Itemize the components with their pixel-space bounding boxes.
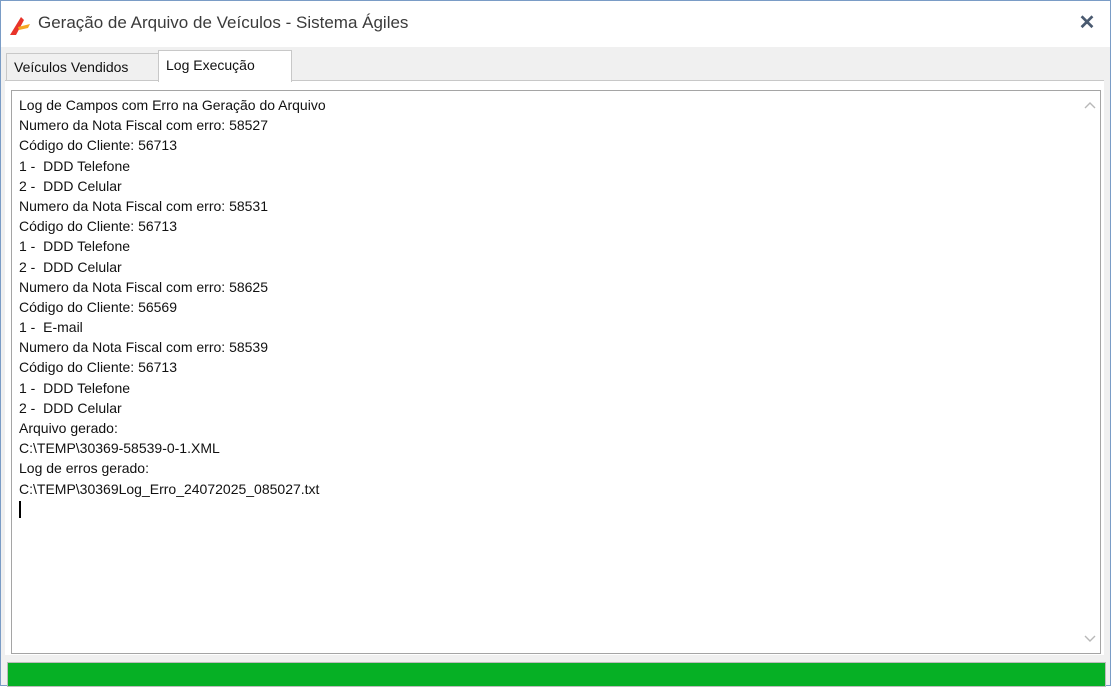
chevron-up-icon[interactable] xyxy=(1080,95,1100,115)
title-bar: Geração de Arquivo de Veículos - Sistema… xyxy=(1,1,1110,47)
tab-log-execucao[interactable]: Log Execução xyxy=(158,50,292,82)
window-title: Geração de Arquivo de Veículos - Sistema… xyxy=(38,13,409,32)
progress-bar xyxy=(7,662,1106,687)
text-caret-line xyxy=(19,499,1059,519)
log-line: 1 - DDD Telefone xyxy=(19,157,131,174)
log-line: Arquivo gerado: xyxy=(19,420,118,436)
app-logo-icon xyxy=(9,14,31,36)
chevron-down-icon[interactable] xyxy=(1080,629,1100,649)
log-text: Log de Campos com Erro na Geração do Arq… xyxy=(19,95,1059,519)
log-line: Numero da Nota Fiscal com erro: 58539 xyxy=(19,339,268,356)
log-line: Log de erros gerado: xyxy=(19,460,149,477)
log-line: Código do Cliente: 56569 xyxy=(19,298,178,315)
log-line: C:\TEMP\30369Log_Erro_24072025_085027.tx… xyxy=(19,480,320,497)
log-line: Código do Cliente: 56713 xyxy=(19,359,178,376)
close-button[interactable]: ✕ xyxy=(1074,10,1100,36)
tab-veiculos-vendidos[interactable]: Veículos Vendidos xyxy=(6,53,159,81)
log-line: 1 - DDD Telefone xyxy=(19,238,131,255)
log-line: Numero da Nota Fiscal com erro: 58527 xyxy=(19,117,268,134)
tab-strip: Veículos Vendidos Log Execução xyxy=(5,47,1106,82)
progress-fill xyxy=(8,663,1105,686)
log-line: 1 - E-mail xyxy=(19,319,83,336)
log-line: Código do Cliente: 56713 xyxy=(19,218,178,235)
log-line: 2 - DDD Celular xyxy=(19,177,122,194)
log-line: Numero da Nota Fiscal com erro: 58531 xyxy=(19,197,268,214)
text-caret xyxy=(19,500,21,518)
close-icon: ✕ xyxy=(1078,12,1096,34)
log-line: 2 - DDD Celular xyxy=(19,399,122,416)
log-line: Log de Campos com Erro na Geração do Arq… xyxy=(19,97,326,113)
log-line: C:\TEMP\30369-58539-0-1.XML xyxy=(19,440,220,457)
app-window: Geração de Arquivo de Veículos - Sistema… xyxy=(0,0,1111,687)
log-line: Código do Cliente: 56713 xyxy=(19,137,178,154)
log-textarea[interactable]: Log de Campos com Erro na Geração do Arq… xyxy=(11,90,1101,654)
tab-panel-log: Log de Campos com Erro na Geração do Arq… xyxy=(5,81,1104,655)
log-line: 1 - DDD Telefone xyxy=(19,379,131,396)
log-line: 2 - DDD Celular xyxy=(19,258,122,275)
log-line: Numero da Nota Fiscal com erro: 58625 xyxy=(19,278,268,295)
vertical-scrollbar[interactable] xyxy=(1080,91,1100,653)
